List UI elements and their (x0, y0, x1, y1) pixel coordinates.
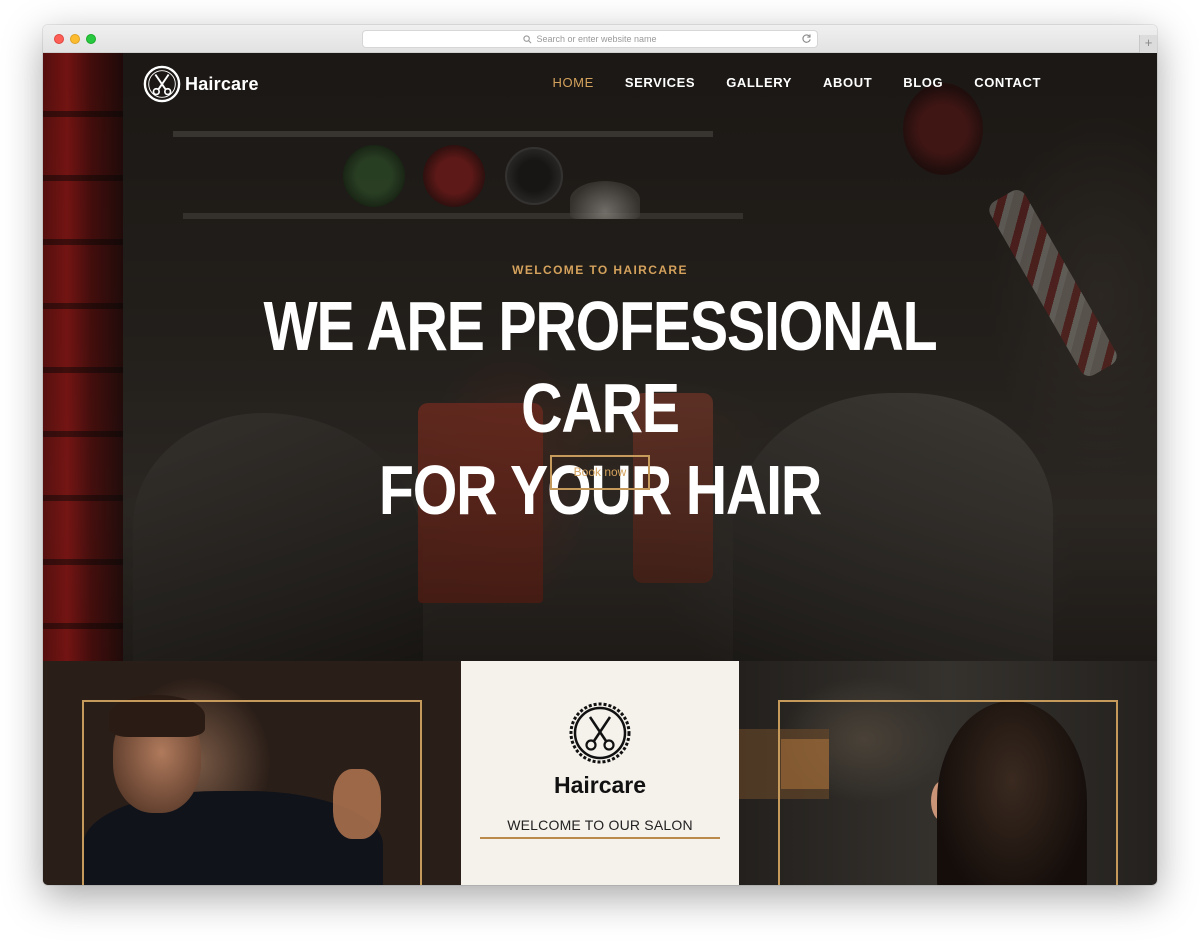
nav-gallery[interactable]: GALLERY (726, 73, 792, 93)
address-bar[interactable]: Search or enter website name (362, 30, 818, 48)
about-card: Haircare WELCOME TO OUR SALON (461, 661, 739, 885)
hero-title: WE ARE PROFESSIONAL CARE FOR YOUR HAIR (192, 285, 1007, 531)
maximize-window-button[interactable] (86, 34, 96, 44)
hero-title-line1: WE ARE PROFESSIONAL CARE (263, 287, 938, 447)
photo-frame-right (778, 700, 1118, 885)
scissors-badge-icon (569, 702, 631, 764)
new-tab-button[interactable]: + (1139, 35, 1157, 53)
close-window-button[interactable] (54, 34, 64, 44)
about-strip: Haircare WELCOME TO OUR SALON (43, 661, 1157, 885)
site-logo[interactable]: Haircare (143, 65, 259, 103)
about-welcome-heading: WELCOME TO OUR SALON (480, 817, 720, 839)
reload-icon[interactable] (801, 33, 812, 44)
about-brand: Haircare (553, 772, 647, 798)
nav-contact[interactable]: CONTACT (974, 73, 1041, 93)
photo-frame-left (82, 700, 422, 885)
main-nav: HOME SERVICES GALLERY ABOUT BLOG CONTACT (552, 73, 1041, 93)
nav-about[interactable]: ABOUT (823, 73, 872, 93)
book-now-button[interactable]: Book now (550, 455, 650, 490)
address-placeholder: Search or enter website name (536, 34, 657, 44)
minimize-window-button[interactable] (70, 34, 80, 44)
scissors-badge-icon (143, 65, 181, 103)
browser-toolbar: Search or enter website name + (43, 25, 1157, 53)
hero-subtitle: WELCOME TO HAIRCARE (512, 263, 688, 277)
hero-section: Haircare HOME SERVICES GALLERY ABOUT BLOG CON… (43, 53, 1157, 661)
nav-services[interactable]: SERVICES (625, 73, 695, 93)
nav-blog[interactable]: BLOG (903, 73, 943, 93)
brand-name: Haircare (185, 73, 259, 94)
nav-home[interactable]: HOME (552, 73, 593, 93)
browser-window: Search or enter website name + Haircare … (43, 25, 1157, 885)
search-icon (523, 35, 532, 44)
